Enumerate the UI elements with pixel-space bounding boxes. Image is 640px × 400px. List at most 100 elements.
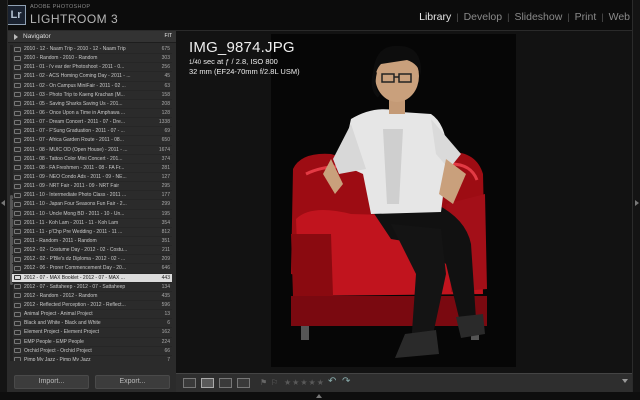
module-slideshow[interactable]: Slideshow — [514, 11, 562, 23]
collection-row[interactable]: 2011 - 05 - Saving Sharks Saving Us - 20… — [12, 100, 172, 109]
exposure-details: sec at ƒ / 2.8, ISO 800 — [201, 57, 278, 66]
collection-name: 2011 - 11 - Koh Lam - 2011 - 11 - Koh La… — [24, 219, 119, 226]
collection-row[interactable]: 2012 - 07 - Sattaheep - 2012 - 07 - Satt… — [12, 283, 172, 292]
disclosure-triangle-icon[interactable] — [14, 34, 18, 40]
collection-count: 7 — [167, 356, 170, 361]
module-library[interactable]: Library — [419, 11, 451, 23]
rating-stars[interactable]: ★★★★★ — [284, 378, 325, 387]
collection-row[interactable]: 2011 - 07 - Africa Garden Route - 2011 -… — [12, 136, 172, 146]
collection-icon — [14, 247, 21, 253]
survey-view-icon[interactable] — [237, 378, 250, 388]
collection-row[interactable]: 2011 - 07 - F'Sung Graduation - 2011 - 0… — [12, 127, 172, 137]
photo-filename: IMG_9874.JPG — [189, 39, 295, 56]
collection-icon — [14, 101, 21, 107]
navigator-header[interactable]: Navigator FIT — [8, 31, 176, 43]
flag-icon[interactable]: ⚑ — [260, 378, 267, 387]
module-web[interactable]: Web — [609, 11, 630, 23]
module-print[interactable]: Print — [575, 11, 597, 23]
collection-row[interactable]: Black and White - Black and White 6 — [12, 319, 172, 329]
collection-icon — [14, 348, 21, 354]
collection-name: 2011 - 10 - Japan Four Seasons Fun Fair … — [24, 201, 127, 208]
module-separator: | — [567, 12, 570, 22]
collection-count: 354 — [161, 219, 170, 226]
collection-row[interactable]: Orchid Project - Orchid Project 66 — [12, 347, 172, 356]
photo-image[interactable] — [271, 34, 516, 367]
collection-row[interactable]: 2011 - 11 - p'Chp Pre Wedding - 2011 - 1… — [12, 228, 172, 237]
collection-count: 443 — [161, 274, 170, 281]
collection-count: 646 — [161, 265, 170, 272]
exposure-numerator: 1 — [189, 60, 193, 66]
collection-icon — [14, 165, 21, 171]
collection-name: 2011 - 07 - F'Sung Graduation - 2011 - 0… — [24, 128, 125, 135]
collection-icon — [14, 110, 21, 116]
collection-name: 2011 - 08 - MUIC OD (Open House) - 2011 … — [24, 146, 128, 153]
photo-info-overlay: IMG_9874.JPG 1/40 sec at ƒ / 2.8, ISO 80… — [189, 39, 300, 76]
collection-name: 2012 - 02 - Costume Day - 2012 - 02 - Co… — [24, 247, 128, 254]
collection-icon — [14, 229, 21, 235]
collection-row[interactable]: 2012 - 02 - Costume Day - 2012 - 02 - Co… — [12, 246, 172, 256]
filmstrip-toggle-bar[interactable] — [0, 392, 640, 400]
collection-name: Pimp My Jazz - Pimp My Jazz — [24, 356, 91, 361]
collection-name: EMP People - EMP People — [24, 338, 84, 345]
loupe-view-icon[interactable] — [201, 378, 214, 388]
collection-icon — [14, 156, 21, 162]
collection-row[interactable]: 2011 - 07 - Dream Concert - 2011 - 07 - … — [12, 118, 172, 128]
right-panel-toggle[interactable] — [632, 0, 640, 400]
module-develop[interactable]: Develop — [464, 11, 503, 23]
collection-row[interactable]: Animal Project - Animal Project 13 — [12, 310, 172, 320]
collection-row[interactable]: 2011 - 10 - Intermediate Photo Class - 2… — [12, 191, 172, 201]
collection-row[interactable]: 2011 - 08 - MUIC OD (Open House) - 2011 … — [12, 146, 172, 155]
collection-count: 303 — [161, 55, 170, 62]
import-button[interactable]: Import... — [14, 375, 89, 389]
collection-icon — [14, 211, 21, 217]
collection-count: 6 — [167, 320, 170, 327]
left-panel-toggle[interactable] — [0, 0, 8, 400]
collection-row[interactable]: 2011 - 09 - NEO Condo Ads - 2011 - 09 - … — [12, 173, 172, 183]
collection-row[interactable]: 2011 - 01 - i'v ear der Photoshoot - 201… — [12, 63, 172, 73]
collection-row[interactable]: 2011 - 03 - Photo Trip to Kaeng Krachan … — [12, 91, 172, 100]
export-button[interactable]: Export... — [95, 375, 170, 389]
collection-row[interactable]: 2012 - Reflected Perception - 2012 - Ref… — [12, 301, 172, 311]
zoom-fit[interactable]: FIT — [165, 33, 173, 39]
collection-count: 256 — [161, 64, 170, 71]
collection-row[interactable]: 2011 - 02 - On Campus MiniFair - 2011 - … — [12, 82, 172, 91]
collection-row[interactable]: 2012 - 07 - MAX Booklet - 2012 - 07 - MA… — [12, 273, 172, 283]
rotate-right-icon[interactable]: ↷ — [342, 376, 350, 387]
collection-count: 299 — [161, 201, 170, 208]
collection-row[interactable]: Pimp My Jazz - Pimp My Jazz 7 — [12, 356, 172, 361]
photo-exposure: 1/40 sec at ƒ / 2.8, ISO 800 — [189, 57, 278, 66]
collection-count: 812 — [161, 228, 170, 235]
collection-row[interactable]: Element Project - Element Project 162 — [12, 328, 172, 338]
collection-row[interactable]: 2012 - Random - 2012 - Random 435 — [12, 292, 172, 301]
collection-row[interactable]: 2011 - 10 - Japan Four Seasons Fun Fair … — [12, 200, 172, 210]
loupe-view[interactable]: IMG_9874.JPG 1/40 sec at ƒ / 2.8, ISO 80… — [176, 31, 632, 373]
collection-row[interactable]: 2011 - 11 - Koh Lam - 2011 - 11 - Koh La… — [12, 219, 172, 228]
toolbar-menu-icon[interactable] — [622, 379, 628, 383]
collection-row[interactable]: 2011 - 06 - Once Upon a Time in Amphawa … — [12, 109, 172, 119]
collection-count: 66 — [164, 347, 170, 354]
collection-row[interactable]: 2012 - 06 - Prorer Commencement Day - 20… — [12, 264, 172, 274]
collection-icon — [14, 46, 21, 52]
compare-view-icon[interactable] — [219, 378, 232, 388]
collection-count: 13 — [164, 311, 170, 318]
rotate-left-icon[interactable]: ↶ — [328, 376, 336, 387]
collection-row[interactable]: 2010 - 12 - Naam Trip - 2010 - 12 - Naam… — [12, 45, 172, 55]
collection-icon — [14, 73, 21, 79]
grid-view-icon[interactable] — [183, 378, 196, 388]
collection-name: 2011 - 05 - Saving Sharks Saving Us - 20… — [24, 100, 123, 107]
collection-row[interactable]: 2011 - 10 - Uncle Mong BD - 2011 - 10 - … — [12, 210, 172, 219]
collection-count: 162 — [161, 329, 170, 336]
collection-row[interactable]: 2010 - Random - 2010 - Random 303 — [12, 54, 172, 64]
collection-row[interactable]: EMP People - EMP People 224 — [12, 338, 172, 347]
collection-row[interactable]: 2012 - 02 - P'Ble's dz Diploma - 2012 - … — [12, 255, 172, 265]
collection-icon — [14, 137, 21, 143]
collection-row[interactable]: 2011 - 08 - Tattoo Color Mini Concert - … — [12, 155, 172, 164]
collection-row[interactable]: 2011 - Random - 2011 - Random 351 — [12, 237, 172, 247]
collection-icon — [14, 64, 21, 70]
collection-row[interactable]: 2011 - 08 - FA Freshmen - 2011 - 08 - FA… — [12, 164, 172, 173]
collection-row[interactable]: 2011 - 09 - NRT Fair - 2011 - 09 - NRT F… — [12, 182, 172, 192]
collection-row[interactable]: 2011 - 02 - ACS Homing Coming Day - 2011… — [12, 72, 172, 82]
reject-icon[interactable]: ⚐ — [271, 378, 278, 387]
collection-name: 2011 - 02 - On Campus MiniFair - 2011 - … — [24, 82, 126, 89]
portrait-photo — [271, 34, 516, 367]
